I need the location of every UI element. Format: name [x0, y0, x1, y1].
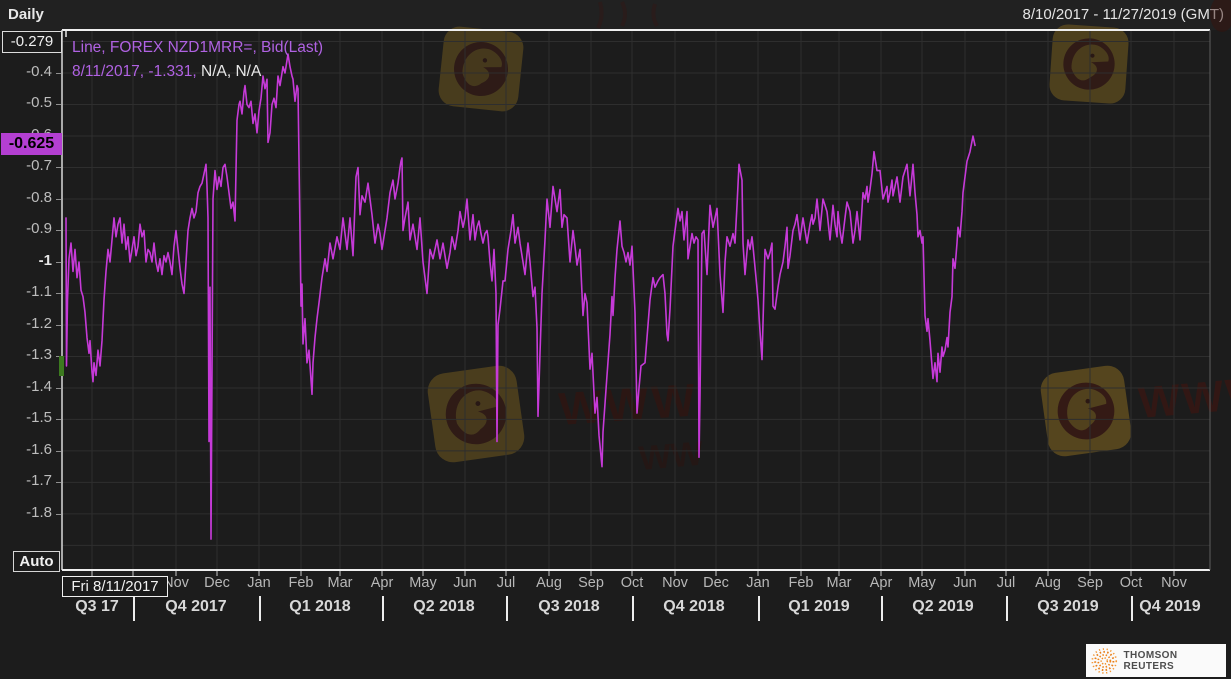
y-axis-tick	[56, 72, 61, 74]
quarter-separator	[133, 596, 135, 621]
svg-text:WWW: WWW	[557, 373, 700, 435]
y-axis-column[interactable]: -0.4-0.5-0.6-0.7-0.8-0.9-1-1.1-1.2-1.3-1…	[0, 30, 62, 570]
month-label: Sep	[578, 575, 604, 591]
y-axis-tick	[56, 419, 61, 421]
svg-text:WW: WW	[637, 434, 705, 478]
y-axis-tick	[56, 387, 61, 389]
month-label: Jul	[496, 575, 516, 591]
month-label: Jun	[953, 575, 977, 591]
month-label: Nov	[662, 575, 688, 591]
month-label: Mar	[826, 575, 852, 591]
y-axis-top-value-box: -0.279	[2, 31, 62, 53]
quarter-separator	[1131, 596, 1133, 621]
month-label: Dec	[703, 575, 729, 591]
quarter-label: Q1 2018	[289, 598, 351, 615]
plot-borders	[61, 29, 1211, 571]
y-axis-label: -0.7	[26, 157, 52, 175]
y-axis-tick	[56, 450, 61, 452]
quarter-label: Q4 2019	[1139, 598, 1201, 615]
y-axis-label: -1.4	[26, 377, 52, 395]
y-axis-label: -0.5	[26, 94, 52, 112]
quarter-separator	[881, 596, 883, 621]
y-axis-label: -0.4	[26, 62, 52, 80]
thomson-reuters-kinesis-icon	[1091, 647, 1118, 674]
month-label: Mar	[327, 575, 353, 591]
cursor-date-box: Fri 8/11/2017	[62, 576, 168, 597]
www-watermark: WWW WWW WW	[557, 0, 1231, 478]
chart-legend: Line, FOREX NZD1MRR=, Bid(Last) 8/11/201…	[72, 36, 323, 84]
y-axis-label: -1.7	[26, 472, 52, 490]
x-axis-quarters-row[interactable]: Q3 17 Q4 2017 Q1 2018 Q2 2018 Q3 2018 Q4 2018…	[0, 596, 1231, 622]
month-label: Jan	[247, 575, 271, 591]
quarter-separator	[1006, 596, 1008, 621]
month-label: Feb	[288, 575, 314, 591]
quarter-label: Q1 2019	[788, 598, 850, 615]
month-label: Nov	[1161, 575, 1187, 591]
y-axis-label: -1.1	[26, 283, 52, 301]
y-axis-label: -0.9	[26, 220, 52, 238]
month-label: Oct	[1119, 575, 1143, 591]
month-label: Apr	[869, 575, 893, 591]
y-axis-label: -1	[38, 251, 52, 269]
quarter-separator	[382, 596, 384, 621]
y-axis-tick	[56, 230, 61, 232]
y-axis-tick	[56, 167, 61, 169]
month-label: Oct	[620, 575, 644, 591]
y-axis-tick	[56, 293, 61, 295]
quarter-label: Q2 2019	[912, 598, 974, 615]
quarter-separator	[632, 596, 634, 621]
month-label: Jan	[746, 575, 770, 591]
axis-auto-scale-button[interactable]: Auto	[13, 551, 60, 572]
thomson-reuters-wordmark: THOMSON REUTERS	[1123, 649, 1178, 672]
y-axis-label: -1.2	[26, 314, 52, 332]
month-label: Jul	[996, 575, 1016, 591]
y-axis-label: -1.5	[26, 409, 52, 427]
y-axis-tick	[56, 513, 61, 515]
quarter-label: Q4 2017	[165, 598, 227, 615]
y-axis-label: -0.8	[26, 188, 52, 206]
y-axis-tick	[56, 104, 61, 106]
month-label: Aug	[536, 575, 562, 591]
month-label: Jun	[453, 575, 477, 591]
y-axis-label: -1.3	[26, 346, 52, 364]
reuters-eagle-watermark-icon	[425, 23, 1134, 465]
quarter-label: Q2 2018	[413, 598, 475, 615]
quarter-label: Q3 2018	[538, 598, 600, 615]
month-label: Apr	[370, 575, 394, 591]
y-axis-label: -1.8	[26, 503, 52, 521]
y-axis-label: -1.6	[26, 440, 52, 458]
quarter-separator	[506, 596, 508, 621]
y-axis-tick	[56, 198, 61, 200]
last-value-badge: -0.625	[1, 132, 62, 155]
month-label: Sep	[1077, 575, 1103, 591]
cursor-value-marker	[59, 356, 64, 377]
quarter-label: Q4 2018	[663, 598, 725, 615]
quarter-label: Q3 2019	[1037, 598, 1099, 615]
chart-window: Daily 8/10/2017 - 11/27/2019 (GMT) WWW W…	[0, 0, 1231, 679]
legend-series-label: Line, FOREX NZD1MRR=, Bid(Last)	[72, 39, 324, 56]
month-label: Feb	[788, 575, 814, 591]
month-label: May	[908, 575, 936, 591]
quarter-separator	[259, 596, 261, 621]
x-axis-months-row[interactable]: Nov Dec Jan Feb Mar Apr May Jun Jul Aug Sep Oct Nov D…	[0, 574, 1231, 594]
horizontal-gridlines	[62, 41, 1210, 546]
month-label: May	[409, 575, 437, 591]
vertical-gridlines	[91, 30, 1175, 570]
y-axis-tick	[56, 482, 61, 484]
month-label: Aug	[1035, 575, 1061, 591]
y-axis-tick	[56, 261, 61, 263]
legend-na-values: N/A, N/A	[196, 63, 262, 80]
y-axis-tick	[56, 324, 61, 326]
quarter-separator	[758, 596, 760, 621]
thomson-reuters-logo: THOMSON REUTERS	[1086, 644, 1226, 677]
legend-cursor-values: 8/11/2017, -1.331,	[72, 63, 197, 80]
month-label: Dec	[204, 575, 230, 591]
quarter-label: Q3 17	[75, 598, 119, 615]
